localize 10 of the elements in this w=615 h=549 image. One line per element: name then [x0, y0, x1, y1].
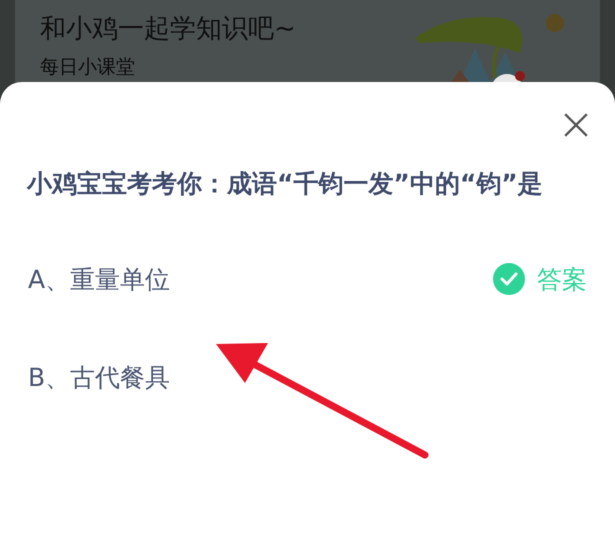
answer-option[interactable]: B、古代餐具	[0, 328, 615, 426]
option-label: A、重量单位	[28, 264, 170, 296]
close-button[interactable]	[563, 112, 589, 138]
answer-label: 答案	[537, 264, 587, 296]
option-label: B、古代餐具	[28, 362, 170, 394]
header-title: 和小鸡一起学知识吧~	[40, 13, 296, 46]
question-text: 小鸡宝宝考考你：成语“千钧一发”中的“钧”是	[27, 168, 544, 200]
header-subtitle: 每日小课堂	[40, 55, 136, 80]
close-icon	[563, 112, 589, 138]
answer-option[interactable]: A、重量单位 答案	[0, 230, 615, 328]
